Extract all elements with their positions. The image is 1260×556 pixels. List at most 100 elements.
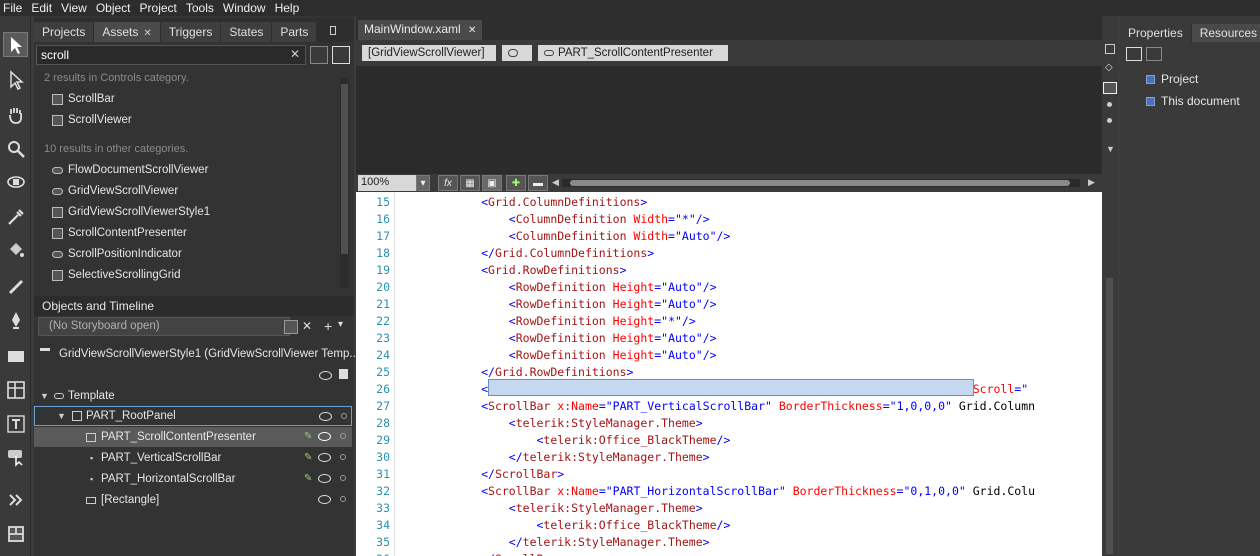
- eye-icon[interactable]: [318, 495, 331, 504]
- paint-bucket-tool-icon[interactable]: [3, 237, 28, 262]
- design-artboard[interactable]: [356, 66, 1102, 174]
- tab-parts[interactable]: Parts: [272, 22, 317, 42]
- resource-item-document[interactable]: This document: [1120, 90, 1260, 112]
- eye-icon[interactable]: [318, 432, 331, 441]
- code-line[interactable]: 30 </telerik:StyleManager.Theme>: [356, 449, 1102, 466]
- code-line[interactable]: 17 <ColumnDefinition Width="Auto"/>: [356, 228, 1102, 245]
- tree-item-horizontal-scrollbar[interactable]: ▪ PART_HorizontalScrollBar ✎: [34, 469, 352, 489]
- design-view-icon[interactable]: [1105, 44, 1115, 54]
- zoom-tool-icon[interactable]: [3, 136, 28, 161]
- lock-toggle-icon[interactable]: [340, 475, 346, 481]
- code-line[interactable]: 28 <telerik:StyleManager.Theme>: [356, 415, 1102, 432]
- rectangle-tool-icon[interactable]: [3, 343, 28, 368]
- brush-transform-tool-icon[interactable]: [3, 272, 28, 297]
- eye-icon[interactable]: [319, 371, 332, 380]
- code-line[interactable]: 35 </telerik:StyleManager.Theme>: [356, 534, 1102, 551]
- tab-triggers[interactable]: Triggers: [160, 22, 221, 42]
- tree-item-vertical-scrollbar[interactable]: ▪ PART_VerticalScrollBar ✎: [34, 448, 352, 468]
- horizontal-scrollbar[interactable]: [562, 179, 1080, 187]
- tree-item-rectangle[interactable]: [Rectangle]: [34, 490, 352, 510]
- snap-to-snaplines-icon[interactable]: ✚: [506, 175, 526, 191]
- assets-scrollbar[interactable]: [340, 78, 349, 288]
- code-line[interactable]: 24 <RowDefinition Height="Auto"/>: [356, 347, 1102, 364]
- lock-icon[interactable]: [339, 369, 348, 379]
- expand-arrow-icon[interactable]: ▼: [57, 411, 66, 421]
- code-line[interactable]: 29 <telerik:Office_BlackTheme/>: [356, 432, 1102, 449]
- lock-toggle-icon[interactable]: [340, 433, 346, 439]
- grid-toggle-icon[interactable]: ▦: [460, 175, 480, 191]
- scroll-thumb[interactable]: [1106, 278, 1113, 554]
- scroll-down-icon[interactable]: ▼: [1106, 144, 1115, 154]
- pan-tool-icon[interactable]: [3, 102, 28, 127]
- code-line[interactable]: 23 <RowDefinition Height="Auto"/>: [356, 330, 1102, 347]
- menu-project[interactable]: Project: [137, 0, 183, 16]
- eyedropper-tool-icon[interactable]: [3, 204, 28, 229]
- tree-item-root-panel[interactable]: ▼ PART_RootPanel: [34, 406, 352, 426]
- code-line[interactable]: 20 <RowDefinition Height="Auto"/>: [356, 279, 1102, 296]
- add-storyboard-icon[interactable]: +: [324, 318, 332, 334]
- asset-item[interactable]: GridViewScrollViewerStyle1: [52, 203, 210, 221]
- textblock-tool-icon[interactable]: [3, 411, 28, 436]
- code-line[interactable]: 16 <ColumnDefinition Width="*"/>: [356, 211, 1102, 228]
- tab-states[interactable]: States: [221, 22, 272, 42]
- tab-properties[interactable]: Properties: [1120, 24, 1191, 42]
- code-line[interactable]: 22 <RowDefinition Height="*"/>: [356, 313, 1102, 330]
- tree-item-template[interactable]: ▼ Template: [34, 386, 352, 406]
- asset-item[interactable]: SelectiveScrollingGrid: [52, 266, 181, 284]
- code-line[interactable]: 34 <telerik:Office_BlackTheme/>: [356, 517, 1102, 534]
- code-line[interactable]: 32 <ScrollBar x:Name="PART_HorizontalScr…: [356, 483, 1102, 500]
- eye-icon[interactable]: [318, 474, 331, 483]
- close-icon[interactable]: ✕: [468, 25, 476, 36]
- menu-object[interactable]: Object: [93, 0, 137, 16]
- asset-item[interactable]: ScrollContentPresenter: [52, 224, 187, 242]
- storyboard-menu-icon[interactable]: [284, 320, 298, 334]
- storyboard-dropdown[interactable]: (No Storyboard open): [38, 317, 290, 336]
- code-line[interactable]: 31 </ScrollBar>: [356, 466, 1102, 483]
- tab-assets[interactable]: Assets ✕: [94, 22, 160, 42]
- code-line[interactable]: 21 <RowDefinition Height="Auto"/>: [356, 296, 1102, 313]
- lock-toggle-icon[interactable]: [340, 496, 346, 502]
- scope-up-icon[interactable]: [40, 348, 50, 356]
- tab-projects[interactable]: Projects: [34, 22, 94, 42]
- pen-tool-icon[interactable]: [3, 307, 28, 332]
- more-icon[interactable]: [1107, 102, 1112, 107]
- lock-toggle-icon[interactable]: [340, 454, 346, 460]
- asset-item[interactable]: ScrollViewer: [52, 111, 132, 129]
- code-line[interactable]: 15 <Grid.ColumnDefinitions>: [356, 194, 1102, 211]
- eye-icon[interactable]: [319, 412, 332, 421]
- tab-resources[interactable]: Resources: [1191, 24, 1260, 42]
- grid-view-icon[interactable]: [310, 46, 328, 64]
- breadcrumb-template-icon[interactable]: [502, 45, 532, 61]
- resource-list-icon[interactable]: [1146, 47, 1162, 61]
- resource-view-icon[interactable]: [1126, 47, 1142, 61]
- eye-icon[interactable]: [318, 453, 331, 462]
- split-view-icon[interactable]: [1103, 82, 1117, 94]
- camera-orbit-tool-icon[interactable]: [3, 169, 28, 194]
- code-line[interactable]: 27 <ScrollBar x:Name="PART_VerticalScrol…: [356, 398, 1102, 415]
- menu-view[interactable]: View: [58, 0, 93, 16]
- scroll-left-icon[interactable]: ◀: [552, 177, 559, 188]
- chevron-down-icon[interactable]: ▾: [338, 319, 343, 330]
- assets-expand-icon[interactable]: [3, 487, 28, 512]
- menu-tools[interactable]: Tools: [183, 0, 220, 16]
- asset-item[interactable]: ScrollPositionIndicator: [52, 245, 182, 263]
- tab-mainwindow[interactable]: MainWindow.xaml ✕: [358, 20, 483, 40]
- effects-toggle-button[interactable]: fx: [438, 175, 458, 191]
- asset-search-input[interactable]: scroll: [36, 45, 306, 65]
- code-line[interactable]: 36 </ScrollBar>: [356, 551, 1102, 556]
- menu-file[interactable]: File: [0, 0, 28, 16]
- scroll-thumb[interactable]: [341, 84, 348, 254]
- code-line[interactable]: 19 <Grid.RowDefinitions>: [356, 262, 1102, 279]
- snap-to-grid-icon[interactable]: ▣: [482, 175, 502, 191]
- control-tool-icon[interactable]: [3, 444, 28, 469]
- asset-item[interactable]: ScrollBar: [52, 90, 115, 108]
- menu-window[interactable]: Window: [220, 0, 272, 16]
- breadcrumb-scope[interactable]: [GridViewScrollViewer]: [362, 45, 496, 61]
- scroll-thumb[interactable]: [570, 180, 1070, 186]
- clear-search-icon[interactable]: ✕: [290, 47, 300, 61]
- close-icon[interactable]: ✕: [143, 28, 151, 39]
- menu-edit[interactable]: Edit: [28, 0, 58, 16]
- tree-root[interactable]: GridViewScrollViewerStyle1 (GridViewScro…: [34, 344, 359, 364]
- grid-layout-tool-icon[interactable]: [3, 377, 28, 402]
- expand-arrow-icon[interactable]: ▼: [40, 391, 49, 401]
